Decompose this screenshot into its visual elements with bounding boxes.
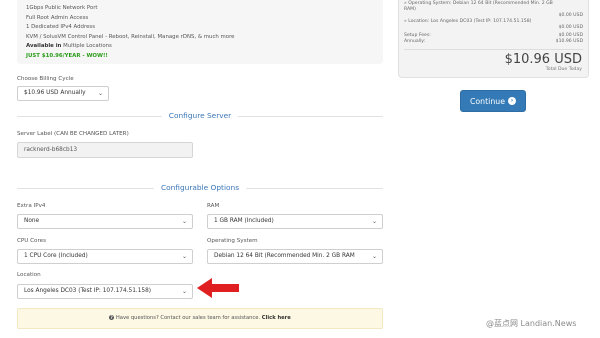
operating-system-label: Operating System: [207, 238, 258, 244]
chevron-down-icon: ⌄: [371, 253, 377, 260]
annually-label: Annually:: [404, 39, 426, 44]
product-feature: Full Root Admin Access: [26, 14, 89, 21]
continue-label: Continue: [469, 96, 506, 106]
summary-location-price: $0.00 USD: [558, 25, 583, 30]
availability: Available in Multiple Locations: [26, 42, 383, 52]
cpu-cores-value: 1 CPU Core (Included): [24, 253, 88, 259]
location-value: Los Angeles DC03 (Test IP: 107.174.51.15…: [24, 288, 152, 294]
total-due: $10.96 USD: [504, 52, 582, 67]
extra-ipv4-select[interactable]: None ⌄: [17, 214, 193, 229]
promo-text: JUST $10.96/YEAR - WOW!!: [26, 52, 108, 59]
order-summary: » Operating System: Debian 12 64 Bit (Re…: [398, 0, 589, 78]
red-arrow-icon: [197, 278, 239, 298]
product-details: 1Gbps Public Network Port Full Root Admi…: [17, 0, 383, 64]
configurable-options-title: Configurable Options: [153, 183, 247, 192]
summary-divider: [404, 49, 583, 50]
product-feature: KVM / SolusVM Control Panel - Reboot, Re…: [26, 33, 235, 40]
configure-server-title: Configure Server: [161, 111, 239, 120]
setup-label: Setup Fees:: [404, 33, 431, 38]
help-bar: ? Have questions? Contact our sales team…: [17, 308, 383, 329]
chevron-down-icon: ⌄: [97, 90, 103, 97]
summary-os-text: » Operating System: Debian 12 64 Bit (Re…: [404, 1, 553, 6]
extra-ipv4-label: Extra IPv4: [17, 203, 46, 209]
availability-bold: Available in: [26, 43, 62, 50]
chevron-down-icon: ⌄: [181, 253, 187, 260]
server-label-input[interactable]: racknerd-b68cb13: [17, 142, 193, 158]
arrow-right-circle-icon: ›: [508, 97, 517, 105]
cpu-cores-select[interactable]: 1 CPU Core (Included) ⌄: [17, 249, 193, 264]
help-text: Have questions? Contact our sales team f…: [114, 315, 262, 321]
product-feature: 1 Dedicated IPv4 Address: [26, 24, 96, 31]
help-link[interactable]: Click here: [262, 315, 291, 321]
watermark: @蓝点网 Landian.News: [486, 319, 577, 328]
server-label-label: Server Label (CAN BE CHANGED LATER): [17, 131, 129, 137]
configurable-options-heading: Configurable Options: [17, 183, 383, 193]
availability-rest: Multiple Locations: [61, 43, 112, 50]
chevron-down-icon: ⌄: [371, 218, 377, 225]
summary-location: » Location: Los Angeles DC03 (Test IP: 1…: [404, 19, 583, 25]
summary-annually: Annually: $10.96 USD: [404, 39, 583, 45]
extra-ipv4-value: None: [24, 218, 40, 224]
summary-os-cont: RAM): [404, 7, 583, 13]
product-feature: 1Gbps Public Network Port: [26, 5, 98, 11]
chevron-down-icon: ⌄: [181, 218, 187, 225]
summary-location-text: » Location: Los Angeles DC03 (Test IP: 1…: [404, 19, 532, 24]
ram-value: 1 GB RAM (Included): [214, 218, 274, 224]
summary-os-text-2: RAM): [404, 7, 416, 12]
location-select[interactable]: Los Angeles DC03 (Test IP: 107.174.51.15…: [17, 284, 193, 299]
operating-system-select[interactable]: Debian 12 64 Bit (Recommended Min. 2 GB …: [207, 249, 383, 264]
annually-price: $10.96 USD: [555, 39, 583, 44]
operating-system-value: Debian 12 64 Bit (Recommended Min. 2 GB …: [214, 253, 355, 259]
total-due-label: Total Due Today: [545, 67, 582, 72]
ram-select[interactable]: 1 GB RAM (Included) ⌄: [207, 214, 383, 229]
billing-cycle-select[interactable]: $10.96 USD Annually ⌄: [17, 86, 109, 101]
location-label: Location: [17, 272, 41, 278]
configure-server-heading: Configure Server: [17, 111, 383, 121]
billing-cycle-label: Choose Billing Cycle: [17, 76, 74, 82]
continue-button[interactable]: Continue ›: [460, 90, 526, 112]
cpu-cores-label: CPU Cores: [17, 238, 47, 244]
ram-label: RAM: [207, 203, 220, 209]
billing-cycle-value: $10.96 USD Annually: [24, 90, 86, 96]
chevron-down-icon: ⌄: [181, 288, 187, 295]
